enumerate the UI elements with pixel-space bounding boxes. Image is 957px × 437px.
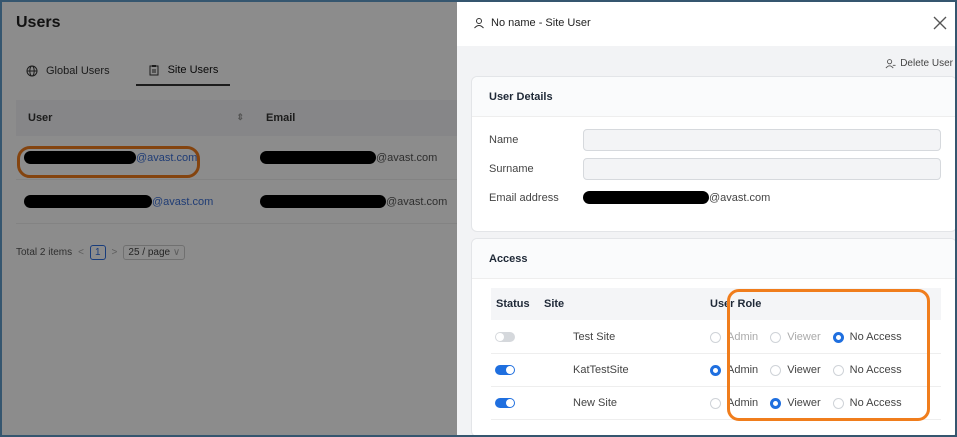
access-row: New Site Admin Viewer No Access xyxy=(491,387,941,420)
site-name: Test Site xyxy=(573,331,616,343)
drawer-title-text: No name - Site User xyxy=(491,17,591,29)
surname-input[interactable] xyxy=(583,158,941,180)
name-input[interactable] xyxy=(583,129,941,151)
delete-user-button[interactable]: Delete User xyxy=(885,58,953,69)
role-radio-no-access[interactable]: No Access xyxy=(832,331,902,343)
role-radio-admin[interactable]: Admin xyxy=(710,397,758,409)
column-header-status: Status xyxy=(496,298,530,310)
site-access-toggle[interactable] xyxy=(495,332,515,342)
site-name: KatTestSite xyxy=(573,364,629,376)
role-radio-viewer[interactable]: Viewer xyxy=(770,364,821,376)
site-access-toggle[interactable] xyxy=(495,365,515,375)
user-icon xyxy=(474,18,484,29)
redacted-block xyxy=(583,191,709,204)
field-label: Email address xyxy=(489,191,559,204)
user-details-card: User Details Name Surname Email address … xyxy=(471,76,957,232)
drawer-title: No name - Site User xyxy=(473,17,591,29)
field-label: Name xyxy=(489,134,519,146)
role-radio-admin[interactable]: Admin xyxy=(710,364,758,376)
card-title: Access xyxy=(472,239,956,279)
surname-field: Surname xyxy=(489,158,941,180)
name-field: Name xyxy=(489,129,941,151)
role-radio-no-access[interactable]: No Access xyxy=(832,397,902,409)
access-card: Access Status Site User Role Test Site A… xyxy=(471,238,957,437)
site-access-toggle[interactable] xyxy=(495,398,515,408)
delete-user-label: Delete User xyxy=(900,58,953,69)
role-radio-viewer[interactable]: Viewer xyxy=(770,397,821,409)
card-title: User Details xyxy=(472,77,956,117)
email-field: Email address @avast.com xyxy=(489,191,770,204)
access-row: Test Site Admin Viewer No Access xyxy=(491,321,941,354)
drawer-header: No name - Site User xyxy=(457,0,957,46)
site-name: New Site xyxy=(573,397,618,409)
close-icon[interactable] xyxy=(931,14,949,32)
column-header-role: User Role xyxy=(710,298,762,310)
user-remove-icon xyxy=(885,59,896,69)
email-value: @avast.com xyxy=(709,191,771,204)
site-user-drawer: No name - Site User Delete User User Det… xyxy=(457,0,957,437)
role-radio-viewer[interactable]: Viewer xyxy=(770,331,821,343)
role-radio-group: Admin Viewer No Access xyxy=(710,364,914,376)
role-radio-group: Admin Viewer No Access xyxy=(710,397,914,409)
role-radio-no-access[interactable]: No Access xyxy=(832,364,902,376)
role-radio-admin[interactable]: Admin xyxy=(710,331,758,343)
field-label: Surname xyxy=(489,163,534,175)
role-radio-group: Admin Viewer No Access xyxy=(710,331,914,343)
modal-overlay[interactable] xyxy=(0,0,457,437)
access-row: KatTestSite Admin Viewer No Access xyxy=(491,354,941,387)
column-header-site: Site xyxy=(544,298,565,310)
access-table-header: Status Site User Role xyxy=(491,288,941,320)
